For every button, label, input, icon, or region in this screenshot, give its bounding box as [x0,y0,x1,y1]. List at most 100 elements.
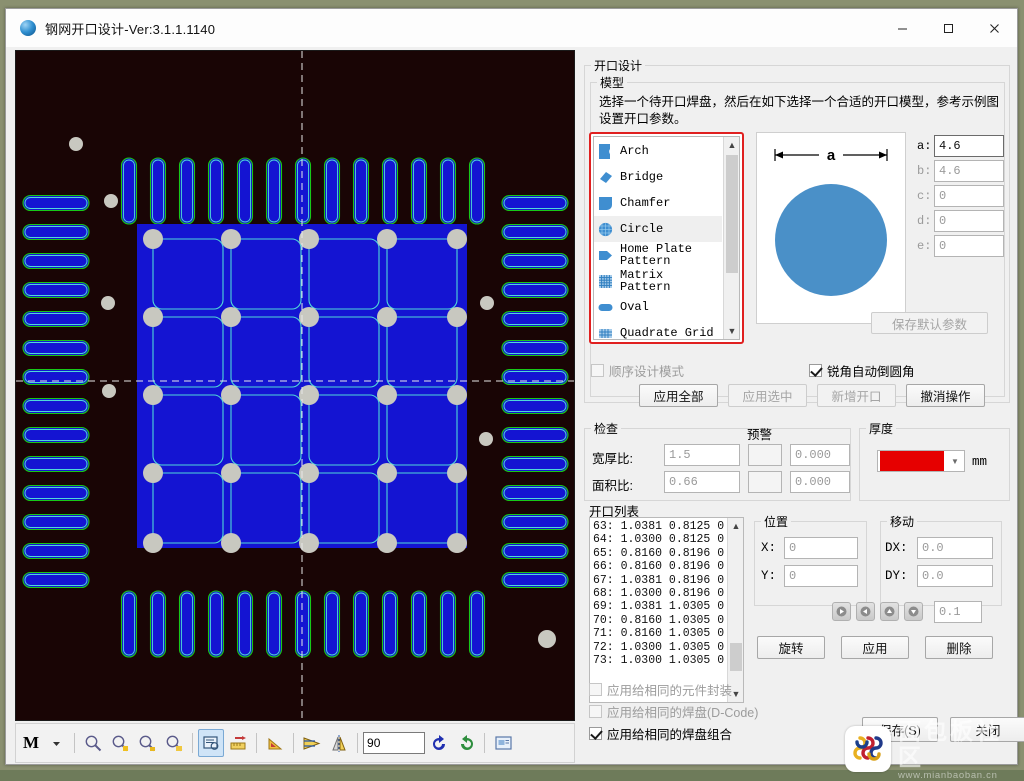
position-group: 位置 [754,513,867,606]
move-dy-input[interactable]: 0.0 [917,565,993,587]
param-input-d[interactable]: 0 [934,210,1004,232]
sequential-mode-checkbox-row[interactable]: 顺序设计模式 [591,361,684,380]
move-dx-input[interactable]: 0.0 [917,537,993,559]
position-y-input[interactable]: 0 [784,565,858,587]
apply-selected-button[interactable]: 应用选中 [728,384,807,407]
delete-button[interactable]: 删除 [925,636,993,659]
flip-horizontal-icon[interactable] [299,729,325,757]
model-item-chamfer[interactable]: Chamfer [594,190,722,216]
list-item[interactable]: 69: 1.0381 1.0305 0 [593,600,725,613]
pcb-stencil-canvas[interactable] [15,50,575,721]
save-button[interactable]: 保存(S) [862,717,938,742]
apply-same-footprint-checkbox[interactable] [589,683,602,696]
auto-fillet-checkbox-row[interactable]: 锐角自动倒圆角 [809,361,915,380]
area-ratio-warn-toggle[interactable] [748,471,782,493]
scrollbar-thumb[interactable] [730,643,742,671]
undo-button[interactable]: 撤消操作 [906,384,985,407]
thickness-combobox[interactable]: ▼ [877,450,965,472]
move-step-input[interactable]: 0.1 [934,601,982,623]
list-item[interactable]: 64: 1.0300 0.8125 0 [593,533,725,546]
opening-list-box[interactable]: 63: 1.0381 0.8125 0 64: 1.0300 0.8125 0 … [589,517,744,703]
flip-vertical-icon[interactable] [326,729,352,757]
scrollbar-thumb[interactable] [726,155,738,273]
svg-text:a: a [827,147,836,164]
mode-dropdown-icon[interactable] [43,729,69,757]
minimize-button[interactable] [879,9,925,47]
apply-same-footprint-row[interactable]: 应用给相同的元件封装 [589,680,732,699]
apply-all-button[interactable]: 应用全部 [639,384,718,407]
model-list-scrollbar[interactable]: ▲ ▼ [723,137,739,339]
width-thickness-warn-toggle[interactable] [748,444,782,466]
model-item-circle[interactable]: Circle [594,216,722,242]
model-list-frame: Arch Bridge Chamfer Circle Home Plate Pa… [589,132,744,344]
apply-same-pad-combo-row[interactable]: 应用给相同的焊盘组合 [589,724,732,743]
area-ratio-warn-input[interactable]: 0.000 [790,471,850,493]
zoom-in-icon[interactable] [107,729,133,757]
list-item[interactable]: 63: 1.0381 0.8125 0 [593,520,725,533]
nudge-down-button[interactable] [904,602,923,621]
list-item[interactable]: 68: 1.0300 0.8196 0 [593,587,725,600]
nudge-right-button[interactable] [832,602,851,621]
apply-same-pad-combo-checkbox[interactable] [589,727,602,740]
list-item[interactable]: 67: 1.0381 0.8196 0 [593,574,725,587]
apply-same-pad-row[interactable]: 应用给相同的焊盘(D-Code) [589,702,758,721]
apply-same-footprint-label: 应用给相同的元件封装 [607,684,733,698]
list-item[interactable]: 73: 1.0300 1.0305 0 [593,654,725,667]
param-input-e[interactable]: 0 [934,235,1004,257]
list-item[interactable]: 72: 1.0300 1.0305 0 [593,641,725,654]
close-button[interactable] [971,9,1017,47]
maximize-button[interactable] [925,9,971,47]
param-label-c: c: [917,189,932,203]
save-default-params-button[interactable]: 保存默认参数 [871,312,988,334]
list-item[interactable]: 71: 0.8160 1.0305 0 [593,627,725,640]
apply-same-pad-checkbox[interactable] [589,705,602,718]
image-properties-icon[interactable] [490,729,516,757]
zoom-icon[interactable] [80,729,106,757]
area-ratio-input[interactable]: 0.66 [664,471,740,493]
width-thickness-ratio-input[interactable]: 1.5 [664,444,740,466]
nudge-up-button[interactable] [880,602,899,621]
add-opening-button[interactable]: 新增开口 [817,384,896,407]
param-row-b: b: 4.6 [917,160,1004,182]
scroll-up-icon[interactable]: ▲ [728,518,743,534]
scroll-down-icon[interactable]: ▼ [724,323,739,339]
apply-button[interactable]: 应用 [841,636,909,659]
rotation-input[interactable] [363,732,426,754]
model-item-label: Bridge [620,169,664,184]
model-item-label: Chamfer [620,195,671,210]
zoom-fit-icon[interactable] [161,729,187,757]
position-x-input[interactable]: 0 [784,537,858,559]
watermark-en: www.mianbaoban.cn [898,769,998,781]
rotate-button[interactable]: 旋转 [757,636,825,659]
close-dialog-button[interactable]: 关闭 [950,717,1024,742]
dimension-a-arrow: a [774,146,888,164]
param-input-a[interactable]: 4.6 [934,135,1004,157]
move-dx-label: DX: [885,541,908,555]
param-input-b[interactable]: 4.6 [934,160,1004,182]
model-item-bridge[interactable]: Bridge [594,164,722,190]
model-list[interactable]: Arch Bridge Chamfer Circle Home Plate Pa… [593,136,740,340]
nudge-left-button[interactable] [856,602,875,621]
move-legend: 移动 [887,513,918,530]
model-item-quadrate-grid[interactable]: Quadrate Grid [594,320,722,339]
model-item-matrix-pattern[interactable]: Matrix Pattern [594,268,722,294]
rotate-ccw-icon[interactable] [426,729,452,757]
model-item-arch[interactable]: Arch [594,138,722,164]
opening-list-scrollbar[interactable]: ▲ ▼ [727,518,743,702]
list-item[interactable]: 65: 0.8160 0.8196 0 [593,547,725,560]
scroll-up-icon[interactable]: ▲ [724,137,739,153]
model-item-oval[interactable]: Oval [594,294,722,320]
model-item-home-plate-pattern[interactable]: Home Plate Pattern [594,242,722,268]
width-thickness-warn-input[interactable]: 0.000 [790,444,850,466]
list-item[interactable]: 66: 0.8160 0.8196 0 [593,560,725,573]
rotate-cw-icon[interactable] [453,729,479,757]
view-selection-icon[interactable] [198,729,225,757]
auto-fillet-checkbox[interactable] [809,364,822,377]
sequential-mode-checkbox[interactable] [591,364,604,377]
list-item[interactable]: 70: 0.8160 1.0305 0 [593,614,725,627]
chevron-down-icon[interactable]: ▼ [946,451,964,471]
param-input-c[interactable]: 0 [934,185,1004,207]
zoom-out-icon[interactable] [134,729,160,757]
measure-icon[interactable] [225,729,251,757]
angle-icon[interactable] [262,729,288,757]
